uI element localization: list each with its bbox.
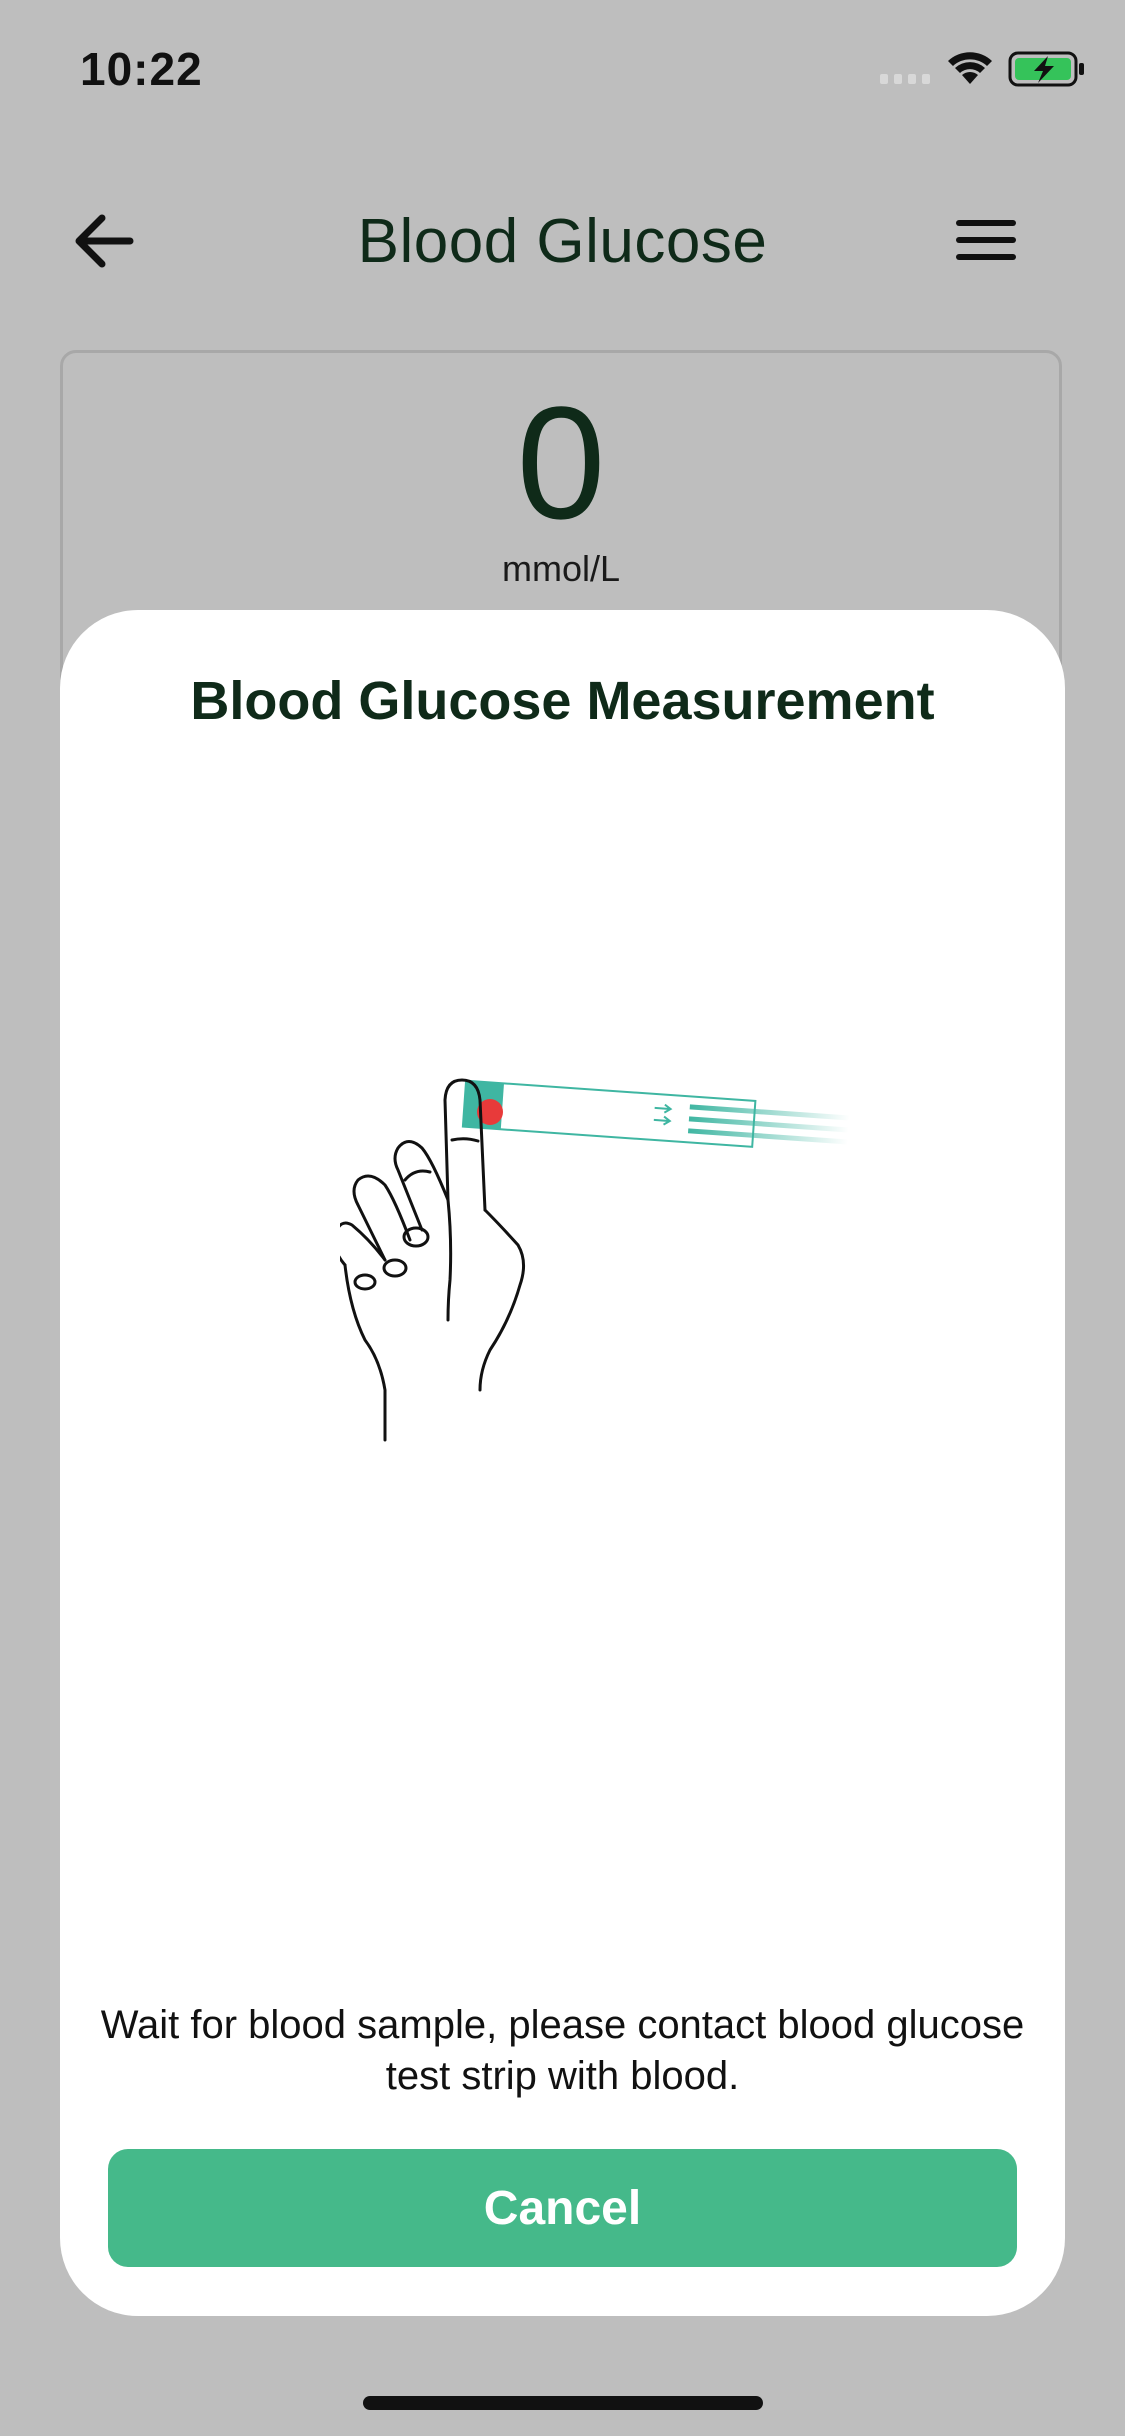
home-indicator: [363, 2396, 763, 2410]
wifi-icon: [948, 52, 992, 84]
measurement-modal: Blood Glucose Measurement Wait for blood…: [60, 610, 1065, 2316]
cancel-button[interactable]: Cancel: [108, 2149, 1017, 2267]
cellular-signal-icon: [880, 74, 930, 84]
glucose-value: 0: [516, 373, 606, 552]
status-bar: 10:22: [0, 0, 1125, 140]
hand-test-strip-illustration: [340, 1078, 850, 1442]
test-strip: [461, 1079, 850, 1148]
modal-title: Blood Glucose Measurement: [190, 671, 935, 731]
battery-charging-icon: [1008, 51, 1084, 87]
status-time: 10:22: [80, 43, 203, 95]
modal-message: Wait for blood sample, please contact bl…: [100, 2003, 1025, 2098]
glucose-unit: mmol/L: [501, 548, 621, 589]
app-header: Blood Glucose: [0, 190, 1125, 290]
hamburger-menu-icon: [956, 220, 1016, 260]
menu-button[interactable]: [955, 215, 1017, 265]
